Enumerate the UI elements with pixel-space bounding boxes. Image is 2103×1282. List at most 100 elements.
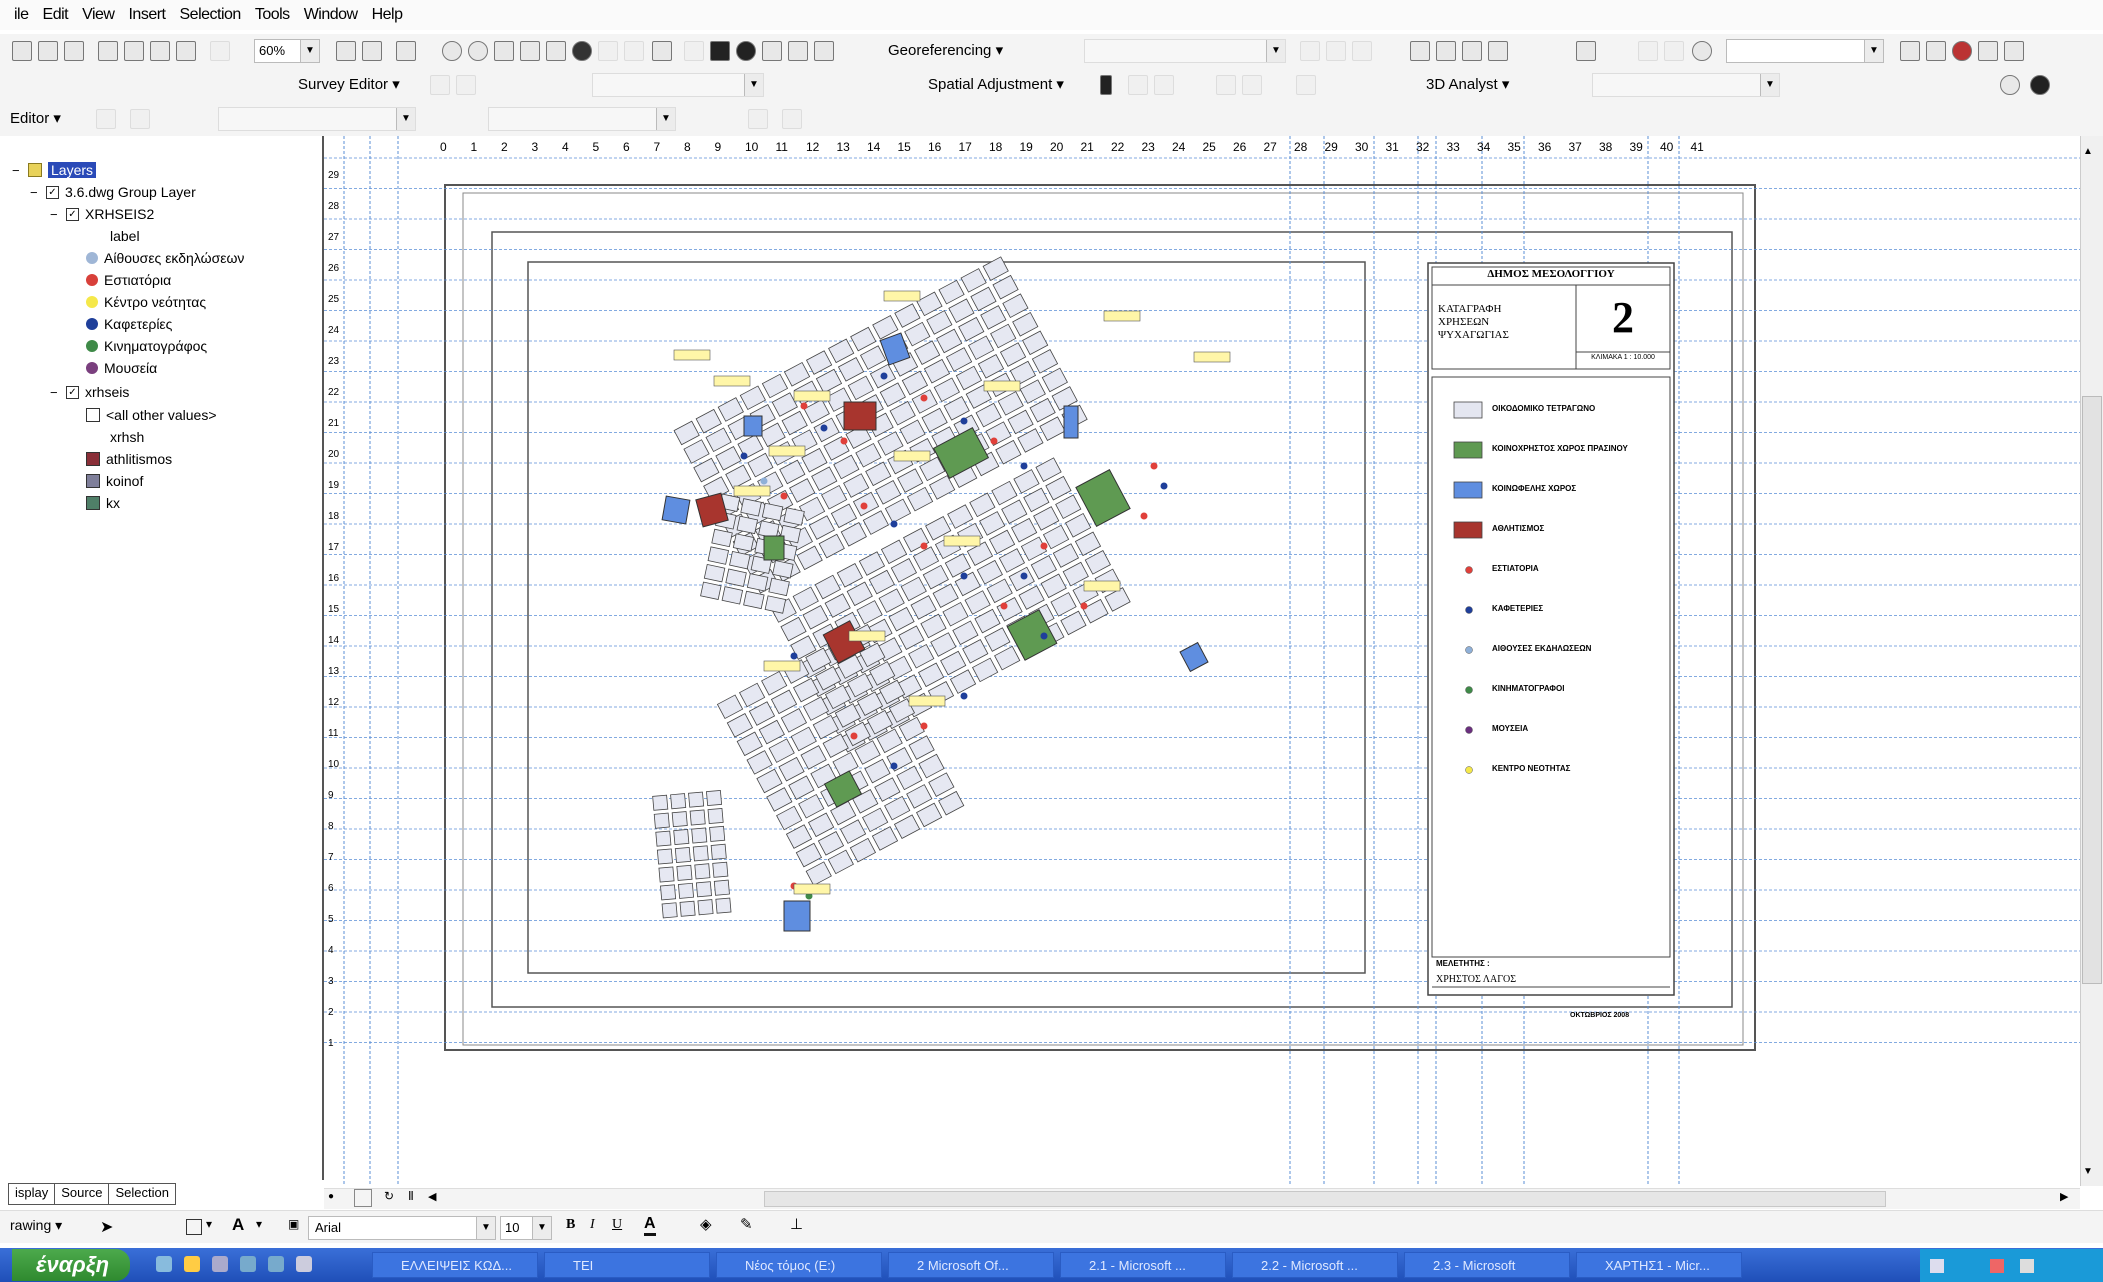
- full-extent-icon[interactable]: [572, 41, 592, 61]
- font-combo[interactable]: Arial ▼: [308, 1216, 496, 1240]
- vertical-scrollbar[interactable]: ▲ ▼: [2080, 136, 2103, 1186]
- taskbar-task[interactable]: 2.1 - Microsoft ...: [1060, 1252, 1226, 1278]
- arcscene-icon[interactable]: [1952, 41, 1972, 61]
- horizontal-ruler[interactable]: 0 1 2 3 4 5 6 7 8 9 10 11 12 13 14 15 16 17 18 19 20 21 22 23 24…: [440, 138, 1765, 160]
- fixed-zoom-in-icon[interactable]: [494, 41, 514, 61]
- font-color-icon[interactable]: A: [644, 1215, 656, 1236]
- save-icon[interactable]: [64, 41, 84, 61]
- open-icon[interactable]: [38, 41, 58, 61]
- shift-icon[interactable]: [1326, 41, 1346, 61]
- tray-network-icon[interactable]: [1930, 1259, 1944, 1273]
- drawing-menu[interactable]: rawing ▾: [10, 1217, 62, 1234]
- adjustment-pointer-icon[interactable]: [1100, 75, 1112, 95]
- layout-view[interactable]: ΔΗΜΟΣ ΜΕΣΟΛΟΓΓΙΟΥ ΚΑΤΑΓΡΑΦΗ ΧΡΗΣΕΩΝ ΨΥΧΑ…: [324, 136, 2080, 1186]
- scroll-right-icon[interactable]: ▶: [2060, 1190, 2068, 1203]
- save-page-icon[interactable]: [1462, 41, 1482, 61]
- new-text-icon[interactable]: ▣: [288, 1217, 299, 1231]
- view-layout-icon[interactable]: [354, 1189, 372, 1207]
- layer-checkbox[interactable]: ✓: [46, 185, 59, 199]
- zoom-out-icon[interactable]: [468, 41, 488, 61]
- view-data-icon[interactable]: ●: [328, 1191, 334, 1202]
- start-button[interactable]: έναρξη: [12, 1249, 130, 1281]
- taskbar-task[interactable]: 2.2 - Microsoft ...: [1232, 1252, 1398, 1278]
- 3d-analyst-menu[interactable]: 3D Analyst ▾: [1426, 75, 1509, 93]
- toc-layer-xrhseis2[interactable]: − ✓ XRHSEIS2: [50, 206, 154, 222]
- toc-layer-xrhseis[interactable]: − ✓ xrhseis: [50, 384, 129, 400]
- collapse-icon[interactable]: −: [50, 207, 60, 222]
- chevron-down-icon[interactable]: ▾: [256, 1217, 262, 1231]
- editor-menu[interactable]: Editor ▾: [10, 109, 61, 127]
- hyperlink-icon[interactable]: [788, 41, 808, 61]
- chevron-down-icon[interactable]: ▼: [1864, 40, 1883, 62]
- survey-editor-menu[interactable]: Survey Editor ▾: [298, 75, 400, 93]
- layer-checkbox[interactable]: ✓: [66, 207, 79, 221]
- survey-tool-icon[interactable]: [430, 75, 450, 95]
- print-page-icon[interactable]: [1488, 41, 1508, 61]
- collapse-icon[interactable]: −: [30, 185, 40, 200]
- zoom-in-icon[interactable]: [442, 41, 462, 61]
- modify-link-icon[interactable]: [1154, 75, 1174, 95]
- rectangle-tool-icon[interactable]: [186, 1219, 202, 1235]
- tab-source[interactable]: Source: [54, 1183, 110, 1205]
- edit-tool-icon[interactable]: [96, 109, 116, 129]
- chevron-down-icon[interactable]: ▼: [1266, 40, 1285, 62]
- new-document-icon[interactable]: [12, 41, 32, 61]
- select-elements-icon[interactable]: [710, 41, 730, 61]
- georeference-layer-combo[interactable]: ▼: [1084, 39, 1286, 63]
- chevron-down-icon[interactable]: ▼: [532, 1217, 551, 1239]
- collapse-icon[interactable]: −: [12, 163, 22, 178]
- control-points-icon[interactable]: [1352, 41, 1372, 61]
- chevron-down-icon[interactable]: ▼: [1760, 74, 1779, 96]
- vertical-scroll-thumb[interactable]: [2082, 396, 2102, 984]
- paste-icon[interactable]: [176, 41, 196, 61]
- menu-selection[interactable]: Selection: [180, 6, 242, 24]
- multi-displacement-icon[interactable]: [1216, 75, 1236, 95]
- chevron-down-icon[interactable]: ▾: [206, 1217, 212, 1231]
- globe-icon[interactable]: [2000, 75, 2020, 95]
- menu-help[interactable]: Help: [372, 6, 403, 24]
- select-pointer-icon[interactable]: ➤: [100, 1217, 113, 1237]
- menu-window[interactable]: Window: [304, 6, 358, 24]
- scene-icon[interactable]: [2030, 75, 2050, 95]
- toc-root[interactable]: − Layers: [12, 162, 97, 178]
- bookmark-icon[interactable]: [652, 41, 672, 61]
- whats-this-icon[interactable]: [2004, 41, 2024, 61]
- horizontal-scroll-thumb[interactable]: [764, 1191, 1886, 1207]
- menu-file[interactable]: ile: [14, 6, 29, 24]
- rotate-icon[interactable]: [1300, 41, 1320, 61]
- tab-display[interactable]: isplay: [8, 1183, 56, 1205]
- survey-tool-2-icon[interactable]: [456, 75, 476, 95]
- scale-combo[interactable]: ▼: [1726, 39, 1884, 63]
- back-icon[interactable]: [598, 41, 618, 61]
- taskbar-task[interactable]: 2 Microsoft Of...: [888, 1252, 1054, 1278]
- fill-color-icon[interactable]: ◈: [700, 1215, 712, 1233]
- sketch-tool-icon[interactable]: [130, 109, 150, 129]
- fixed-zoom-out-icon[interactable]: [520, 41, 540, 61]
- marker-color-icon[interactable]: ⊥: [790, 1215, 803, 1233]
- menu-edit[interactable]: Edit: [43, 6, 69, 24]
- explorer-icon[interactable]: [184, 1256, 200, 1272]
- menu-view[interactable]: View: [82, 6, 115, 24]
- refresh-icon[interactable]: ↻: [384, 1189, 394, 1203]
- add-data-icon[interactable]: [1576, 41, 1596, 61]
- chevron-down-icon[interactable]: ▼: [300, 40, 319, 62]
- italic-button[interactable]: I: [590, 1217, 595, 1233]
- collapse-icon[interactable]: −: [50, 385, 60, 400]
- taskbar-task[interactable]: 2.3 - Microsoft: [1404, 1252, 1570, 1278]
- text-tool-icon[interactable]: A: [232, 1215, 244, 1235]
- tray-volume-icon[interactable]: [2020, 1259, 2034, 1273]
- pause-icon[interactable]: Ⅱ: [408, 1189, 414, 1203]
- georeferencing-menu[interactable]: Georeferencing ▾: [888, 41, 1003, 59]
- taskbar-task[interactable]: ΧΑΡΤΗΣ1 - Micr...: [1576, 1252, 1742, 1278]
- menu-tools[interactable]: Tools: [255, 6, 290, 24]
- new-identity-link-icon[interactable]: [1242, 75, 1262, 95]
- tab-selection[interactable]: Selection: [108, 1183, 176, 1205]
- undo-edit-icon[interactable]: [1638, 41, 1658, 61]
- open-page-icon[interactable]: [1436, 41, 1456, 61]
- chevron-down-icon[interactable]: ▼: [656, 108, 675, 130]
- undo-icon[interactable]: [210, 41, 230, 61]
- settings-icon[interactable]: [296, 1256, 312, 1272]
- task-combo[interactable]: ▼: [218, 107, 416, 131]
- identify-icon[interactable]: [736, 41, 756, 61]
- measure-icon[interactable]: [814, 41, 834, 61]
